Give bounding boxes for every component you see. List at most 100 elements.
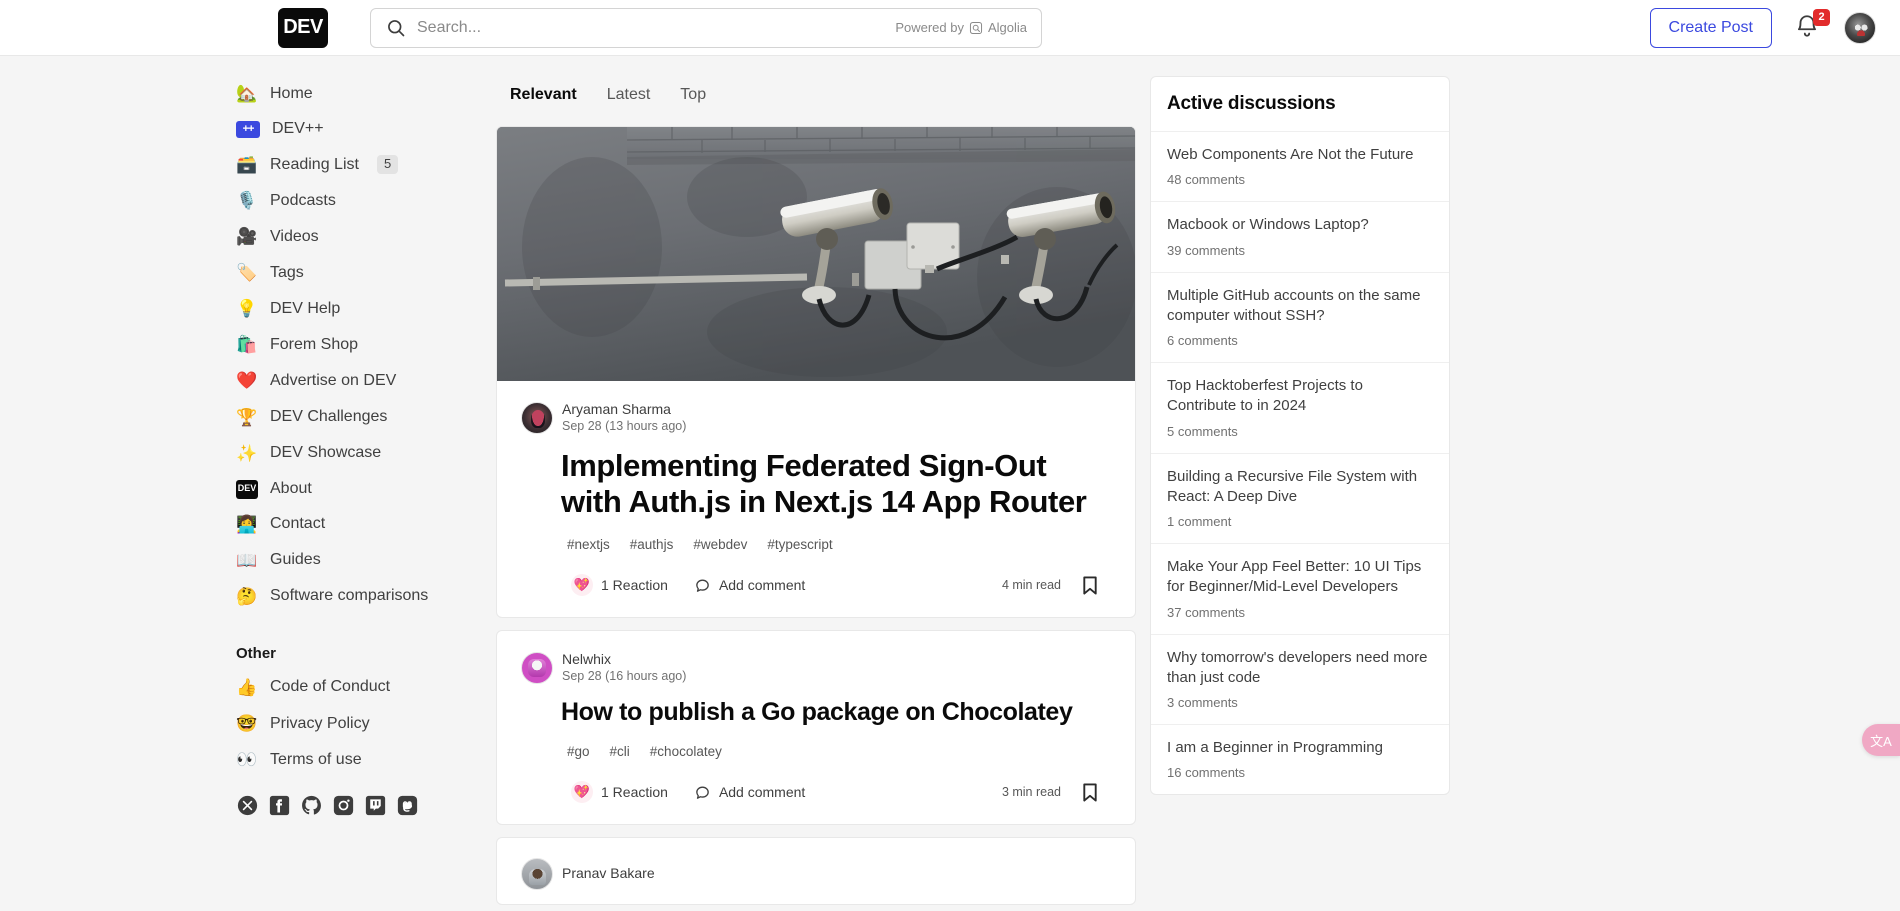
post-title[interactable]: Implementing Federated Sign-Out with Aut… [561, 448, 1111, 520]
discussion-item[interactable]: Why tomorrow's developers need more than… [1151, 633, 1449, 725]
post-tag[interactable]: #chocolatey [644, 741, 728, 762]
algolia-attribution: Powered by Algolia [895, 20, 1027, 35]
twitch-icon[interactable] [364, 794, 386, 816]
post-date: Sep 28 (13 hours ago) [562, 418, 687, 433]
discussion-item[interactable]: Macbook or Windows Laptop? 39 comments [1151, 201, 1449, 271]
sidebar-item-label: Guides [270, 551, 321, 569]
discussion-title: Web Components Are Not the Future [1167, 146, 1414, 163]
discussion-title: Top Hacktoberfest Projects to Contribute… [1167, 377, 1363, 415]
notification-badge: 2 [1813, 8, 1830, 26]
post-tag[interactable]: #go [561, 741, 596, 762]
mastodon-icon[interactable] [396, 794, 418, 816]
sidebar-item-dev-challenges[interactable]: 🏆 DEV Challenges [228, 400, 466, 436]
sidebar-item-dev-help[interactable]: 💡 DEV Help [228, 291, 466, 327]
post-title[interactable]: How to publish a Go package on Chocolate… [561, 698, 1111, 727]
discussion-item[interactable]: I am a Beginner in Programming 16 comment… [1151, 724, 1449, 794]
discussion-comment-count: 39 comments [1167, 242, 1246, 258]
discussion-comment-count: 6 comments [1167, 333, 1238, 348]
github-icon[interactable] [300, 794, 322, 816]
add-comment-button[interactable]: Add comment [684, 570, 815, 601]
post-tag[interactable]: #nextjs [561, 534, 616, 555]
home-icon: 🏡 [236, 84, 258, 103]
sidebar-item-label: Reading List [270, 155, 359, 173]
avatar[interactable] [521, 401, 553, 434]
dev-logo[interactable]: DEV [278, 7, 328, 48]
sidebar-item-reading-list[interactable]: 🗃️ Reading List 5 [228, 147, 466, 183]
reactions-button[interactable]: 💖 1 Reaction [561, 567, 678, 603]
post-tag[interactable]: #authjs [624, 534, 680, 555]
sidebar-item-label: Contact [270, 515, 326, 533]
sidebar-item-privacy-policy[interactable]: 🤓 Privacy Policy [228, 706, 466, 742]
discussion-item[interactable]: Top Hacktoberfest Projects to Contribute… [1151, 362, 1449, 453]
sidebar-item-label: Code of Conduct [270, 678, 391, 696]
post-author-block[interactable]: Nelwhix Sep 28 (16 hours ago) [521, 651, 1111, 684]
author-name[interactable]: Aryaman Sharma [562, 401, 686, 419]
twitter-x-icon[interactable] [236, 794, 258, 816]
sidebar-item-dev[interactable]: ++ DEV++ [228, 112, 466, 147]
post-card[interactable]: Aryaman Sharma Sep 28 (13 hours ago) Imp… [496, 126, 1136, 619]
heart-reaction-icon: 💖 [571, 574, 593, 597]
post-tag[interactable]: #webdev [687, 534, 753, 555]
discussion-item[interactable]: Make Your App Feel Better: 10 UI Tips fo… [1151, 543, 1449, 634]
post-tags: #go #cli #chocolatey [561, 741, 1111, 762]
sidebar-item-label: Videos [270, 227, 319, 245]
sidebar-item-tags[interactable]: 🏷️ Tags [228, 255, 466, 291]
post-card[interactable]: Nelwhix Sep 28 (16 hours ago) How to pub… [496, 630, 1136, 826]
facebook-icon[interactable] [268, 794, 290, 816]
sidebar-item-podcasts[interactable]: 🎙️ Podcasts [228, 183, 466, 219]
sidebar-item-home[interactable]: 🏡 Home [228, 76, 466, 112]
reactions-button[interactable]: 💖 1 Reaction [561, 774, 678, 810]
discussion-item[interactable]: Building a Recursive File System with Re… [1151, 452, 1449, 544]
video-icon: 🎥 [236, 227, 258, 247]
sidebar-item-forem-shop[interactable]: 🛍️ Forem Shop [228, 327, 466, 363]
post-cover-image[interactable] [497, 127, 1135, 381]
bookmark-button[interactable] [1073, 569, 1107, 601]
social-links [228, 778, 466, 822]
tab-relevant[interactable]: Relevant [500, 80, 587, 110]
panel-title: Active discussions [1167, 93, 1336, 114]
post-author-block[interactable]: Aryaman Sharma Sep 28 (13 hours ago) [521, 401, 1111, 434]
sidebar-item-label: Forem Shop [270, 336, 359, 353]
sidebar-item-terms-of-use[interactable]: 👀 Terms of use [228, 742, 466, 778]
search-input[interactable] [417, 18, 896, 37]
add-comment-button[interactable]: Add comment [684, 777, 815, 808]
sidebar-item-videos[interactable]: 🎥 Videos [228, 219, 466, 255]
post-author-block[interactable]: Pranav Bakare [521, 858, 1111, 891]
sidebar-item-advertise-on-dev[interactable]: ❤️ Advertise on DEV [228, 363, 466, 399]
post-tag[interactable]: #cli [604, 741, 636, 762]
post-card[interactable]: Pranav Bakare [496, 837, 1136, 906]
author-name[interactable]: Nelwhix [562, 651, 686, 669]
tab-top[interactable]: Top [670, 80, 716, 110]
notifications-button[interactable]: 2 [1794, 8, 1830, 43]
cctv-cameras-photo [497, 127, 1135, 381]
author-name[interactable]: Pranav Bakare [562, 865, 655, 883]
sidebar-item-guides[interactable]: 📖 Guides [228, 543, 466, 579]
shop-icon: 🛍️ [236, 335, 258, 355]
instagram-icon[interactable] [332, 794, 354, 816]
sidebar-item-about[interactable]: DEV About [228, 472, 466, 507]
trophy-icon: 🏆 [236, 407, 258, 427]
top-header: DEV Powered by Algolia Create Post [0, 0, 1900, 56]
algolia-label: Algolia [987, 20, 1027, 35]
search-bar[interactable]: Powered by Algolia [370, 7, 1042, 48]
tab-latest[interactable]: Latest [597, 80, 661, 110]
post-date: Sep 28 (16 hours ago) [562, 668, 687, 683]
bookmark-button[interactable] [1073, 776, 1107, 808]
discussion-item[interactable]: Multiple GitHub accounts on the same com… [1151, 271, 1449, 363]
sidebar-item-contact[interactable]: 👩‍💻 Contact [228, 507, 466, 543]
translate-widget-button[interactable]: 文A [1862, 724, 1900, 756]
other-section-heading: Other [236, 644, 277, 662]
user-avatar[interactable] [1844, 11, 1876, 44]
sidebar-item-code-of-conduct[interactable]: 👍 Code of Conduct [228, 670, 466, 706]
avatar[interactable] [521, 651, 553, 684]
bookmark-icon [1083, 783, 1097, 802]
discussion-item[interactable]: Web Components Are Not the Future 48 comm… [1151, 131, 1449, 201]
sidebar-item-software-comparisons[interactable]: 🤔 Software comparisons [228, 579, 466, 615]
create-post-button[interactable]: Create Post [1649, 7, 1772, 48]
thumbs-up-icon: 👍 [236, 677, 258, 697]
comment-icon [696, 786, 709, 799]
sidebar-item-dev-showcase[interactable]: ✨ DEV Showcase [228, 436, 466, 472]
avatar[interactable] [521, 858, 553, 891]
post-tag[interactable]: #typescript [761, 534, 838, 555]
sidebar-item-label: DEV Showcase [270, 444, 382, 462]
